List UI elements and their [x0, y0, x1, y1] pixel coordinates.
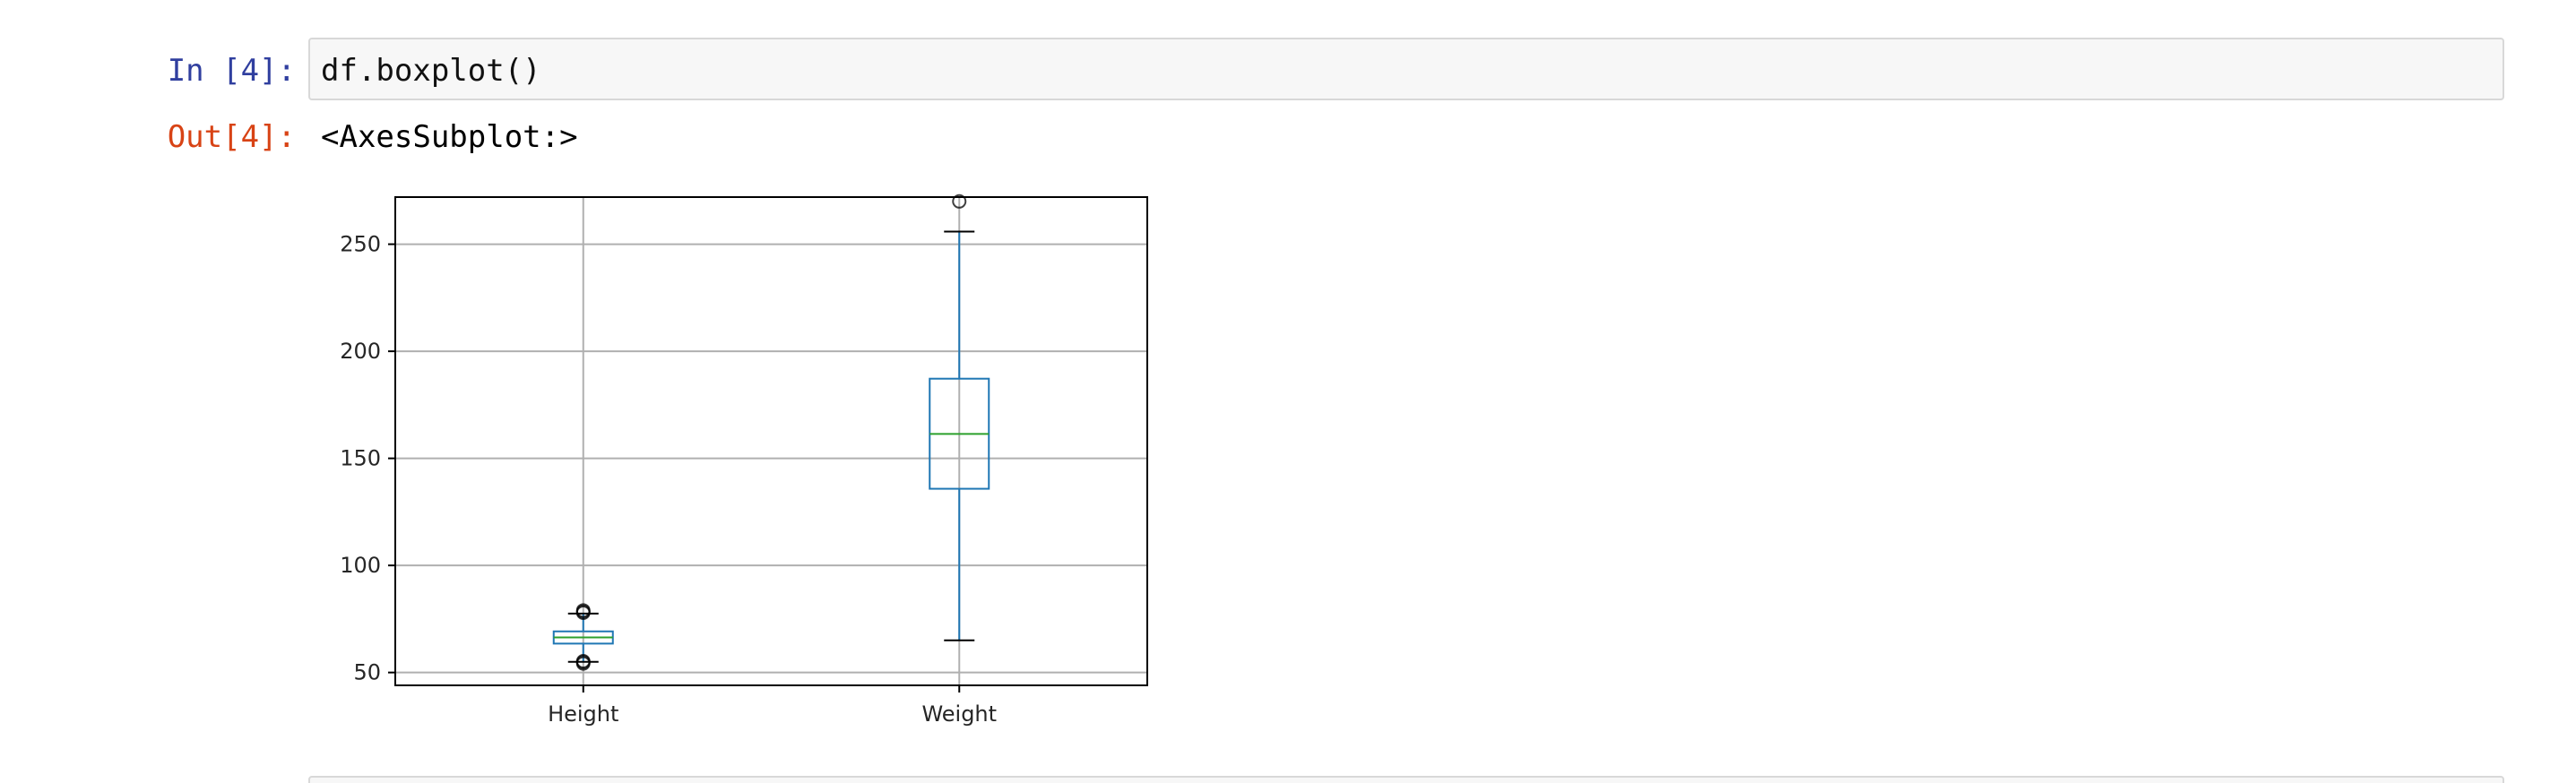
- box-group-height: [552, 603, 614, 671]
- y-axis: 50 100 150 200 250: [340, 232, 395, 685]
- x-axis: Height Weight: [548, 685, 997, 727]
- next-code-cell[interactable]: [308, 776, 2504, 783]
- x-tick-label: Weight: [921, 701, 997, 727]
- grid-lines: [395, 197, 1147, 685]
- code-cell-editor[interactable]: df.boxplot(): [308, 38, 2504, 100]
- output-prompt: Out[4]:: [167, 119, 296, 155]
- y-tick-label: 100: [340, 553, 381, 578]
- box-marks: [552, 194, 990, 671]
- plot-frame: [394, 196, 1148, 686]
- x-tick-label: Height: [548, 701, 618, 727]
- y-tick-label: 150: [340, 446, 381, 471]
- boxplot-chart: 50 100 150 200 250 Height Weight: [340, 194, 1148, 727]
- input-prompt: In [4]:: [167, 53, 296, 89]
- y-tick-label: 250: [340, 232, 381, 257]
- code-text: df.boxplot(): [321, 53, 541, 89]
- output-text: <AxesSubplot:>: [321, 119, 578, 155]
- y-tick-label: 50: [353, 660, 381, 685]
- y-tick-label: 200: [340, 339, 381, 364]
